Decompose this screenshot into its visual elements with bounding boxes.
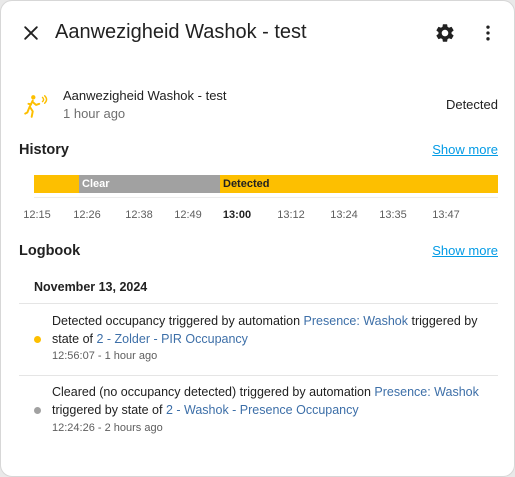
entity-link[interactable]: 2 - Washok - Presence Occupancy [166,403,359,417]
dialog-header: Aanwezigheid Washok - test [1,1,514,65]
history-timeline[interactable]: Clear Detected [34,175,498,193]
entity-state: Detected [445,97,498,112]
log-message: Cleared (no occupancy detected) triggere… [52,385,375,399]
timeline-segment-label: Detected [223,178,270,190]
timeline-tick: 13:12 [277,209,305,221]
entity-name: Aanwezigheid Washok - test [63,88,227,103]
gear-icon [436,24,454,42]
more-info-dialog: Aanwezigheid Washok - test Aanwezigheid … [0,0,515,477]
state-dot [34,407,41,414]
divider [19,303,498,304]
logbook-entry: Cleared (no occupancy detected) triggere… [1,382,514,446]
log-message: Detected occupancy triggered by automati… [52,314,304,328]
timeline-segment-detected[interactable] [34,175,79,193]
logbook-entry-time: 12:56:07 - 1 hour ago [52,350,158,362]
logbook-entry-text: Detected occupancy triggered by automati… [52,312,502,348]
automation-link[interactable]: Presence: Washok [304,314,408,328]
timeline-tick: 12:15 [23,209,51,221]
logbook-date-header: November 13, 2024 [34,280,148,294]
timeline-segment-clear[interactable]: Clear [79,175,220,193]
divider [19,375,498,376]
logbook-entry-time: 12:24:26 - 2 hours ago [52,422,163,434]
motion-sensor-icon [24,95,48,118]
automation-link[interactable]: Presence: Washok [374,385,478,399]
state-dot [34,336,41,343]
history-show-more-link[interactable]: Show more [432,142,498,157]
timeline-tick: 13:24 [330,209,358,221]
log-message: triggered by state of [52,403,166,417]
close-icon [24,26,38,40]
logbook-entry: Detected occupancy triggered by automati… [1,311,514,375]
logbook-entry-text: Cleared (no occupancy detected) triggere… [52,383,502,419]
entity-last-changed: 1 hour ago [63,106,126,121]
entity-state-row: Aanwezigheid Washok - test 1 hour ago De… [1,81,514,131]
timeline-tick: 13:47 [432,209,460,221]
entity-link[interactable]: 2 - Zolder - PIR Occupancy [96,332,247,346]
timeline-segment-detected[interactable]: Detected [220,175,498,193]
timeline-tick: 12:49 [174,209,202,221]
timeline-axis [34,197,498,198]
logbook-show-more-link[interactable]: Show more [432,243,498,258]
history-title: History [19,142,69,158]
timeline-tick: 12:26 [73,209,101,221]
dialog-title: Aanwezigheid Washok - test [55,21,307,43]
more-vert-icon [486,25,490,41]
close-button[interactable] [13,15,49,51]
timeline-tick: 13:35 [379,209,407,221]
settings-button[interactable] [427,15,463,51]
timeline-tick: 12:38 [125,209,153,221]
logbook-title: Logbook [19,243,81,259]
timeline-segment-label: Clear [82,178,110,190]
timeline-tick: 13:00 [222,209,252,221]
more-options-button[interactable] [470,15,506,51]
